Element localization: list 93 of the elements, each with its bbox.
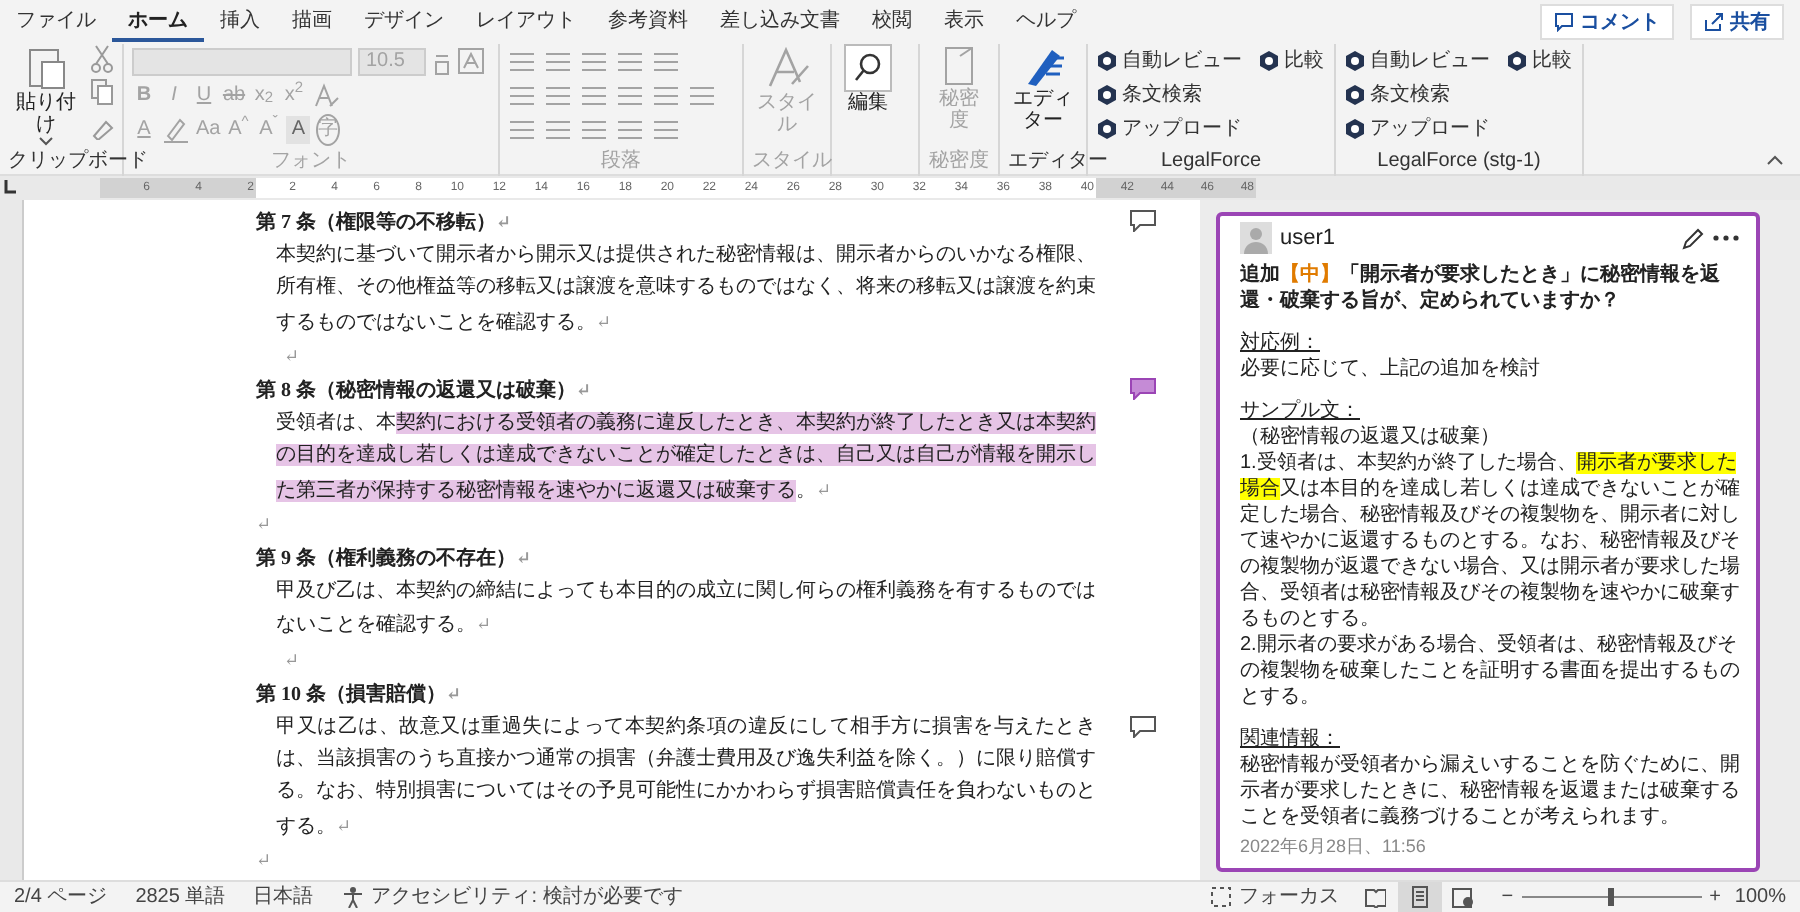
clause-search-button[interactable]: 条文検索 bbox=[1096, 78, 1324, 112]
editor-button[interactable]: エディター bbox=[1008, 44, 1078, 132]
zoom-in-button[interactable]: + bbox=[1709, 882, 1721, 912]
ribbon-tab[interactable]: 表示 bbox=[928, 2, 1000, 42]
collapse-icon[interactable] bbox=[1766, 154, 1784, 166]
ribbon-tab[interactable]: ヘルプ bbox=[1000, 2, 1092, 42]
hexagon-icon bbox=[1344, 50, 1366, 72]
avatar-icon bbox=[1240, 222, 1272, 254]
comment-date: 2022年6月28日、11:56 bbox=[1240, 834, 1428, 860]
more-icon[interactable] bbox=[1712, 234, 1740, 242]
upload-button[interactable]: アップロード bbox=[1344, 112, 1572, 146]
status-text: 2825 単語 bbox=[133, 883, 228, 912]
status-text: 日本語 bbox=[251, 883, 316, 912]
ribbon-tab[interactable]: 差し込み文書 bbox=[704, 2, 856, 42]
tab-stop-icon[interactable] bbox=[0, 178, 20, 198]
comment-icon bbox=[1554, 12, 1574, 32]
paragraph-mark: ↵ bbox=[256, 847, 272, 874]
focus-button[interactable]: フォーカス bbox=[1195, 882, 1354, 912]
ribbon-tab[interactable]: デザイン bbox=[348, 2, 460, 42]
status-text: 2/4 ページ bbox=[12, 884, 110, 912]
upload-button[interactable]: アップロード bbox=[1096, 112, 1324, 146]
accessibility-icon bbox=[341, 886, 364, 908]
share-icon bbox=[1704, 12, 1724, 32]
hexagon-icon bbox=[1096, 84, 1118, 106]
paste-button[interactable]: 貼り付け bbox=[8, 44, 84, 148]
group-label: クリップボード bbox=[8, 150, 148, 172]
group-label: フォント bbox=[271, 150, 351, 172]
article-heading: 第 9 条（権利義務の不存在）↵ bbox=[256, 545, 534, 575]
hexagon-icon bbox=[1344, 84, 1366, 106]
paragraph-mark: ↵ bbox=[282, 343, 300, 370]
share-button[interactable]: 共有 bbox=[1690, 4, 1784, 40]
copy-icon[interactable] bbox=[90, 76, 114, 108]
view-icon bbox=[1408, 886, 1431, 908]
section-heading: サンプル文： bbox=[1240, 398, 1362, 424]
compare-button[interactable]: 比較 bbox=[1258, 44, 1324, 78]
comment-marker-icon[interactable] bbox=[1130, 210, 1156, 232]
article-heading: 第 8 条（秘密情報の返還又は破棄）↵ bbox=[256, 376, 594, 407]
comment-button[interactable]: コメント bbox=[1540, 4, 1674, 40]
ribbon-tab[interactable]: 校閲 bbox=[856, 2, 928, 42]
focus-icon bbox=[1209, 886, 1232, 908]
group-label: LegalForce bbox=[1160, 150, 1262, 172]
ribbon-tab[interactable]: 挿入 bbox=[204, 2, 276, 42]
document-icon bbox=[941, 44, 977, 88]
comment-marker-icon[interactable] bbox=[1130, 378, 1156, 401]
comment-text: 1.受領者は、本契約が終了した場合、開示者が要求した場合又は本目的を達成し若しくは達成できないことが確定した場合、秘密情報及びその複製物を、開示者に対して速やかに返還するものとする。なお、秘密情報及びその複製物が返還できない場合、又は開示者が要求した場合、受領者は秘密情報及びその複製物を速やかに破棄するものとする。 bbox=[1240, 450, 1740, 632]
ribbon-tab[interactable]: レイアウト bbox=[460, 2, 592, 42]
pencil-icon[interactable] bbox=[1682, 227, 1704, 249]
hexagon-icon bbox=[1506, 50, 1528, 72]
view-icon bbox=[1364, 886, 1387, 908]
section-heading: 対応例： bbox=[1240, 330, 1322, 356]
comment-card[interactable] bbox=[1216, 212, 1760, 872]
scissors-icon[interactable] bbox=[90, 44, 114, 76]
comment-marker-icon[interactable] bbox=[1130, 716, 1156, 739]
group-label: LegalForce (stg-1) bbox=[1377, 150, 1541, 172]
ribbon-tab[interactable]: ファイル bbox=[0, 2, 112, 42]
zoom-level[interactable]: 100% bbox=[1720, 882, 1800, 912]
hexagon-icon bbox=[1096, 118, 1118, 140]
clause-search-button[interactable]: 条文検索 bbox=[1344, 78, 1572, 112]
comment-text: 秘密情報が受領者から漏えいすることを防ぐために、開示者が要求したときに、秘密情報を返還または破棄することを受領者に義務づけることが考えられます。 bbox=[1240, 752, 1740, 830]
view-icon bbox=[1452, 886, 1475, 908]
caret-icon bbox=[38, 136, 54, 148]
group-label: エディター bbox=[1008, 150, 1108, 172]
comment-text: 2.開示者の要求がある場合、受領者は、秘密情報及びその複製物を破棄したことを証明する書面を提出するものとする。 bbox=[1240, 632, 1740, 710]
article-text: 甲及び乙は、本契約の締結によっても本目的の成立に関し何らの権利義務を有するものではないことを確認する。↵ bbox=[274, 577, 1096, 641]
group-label: 段落 bbox=[601, 150, 641, 172]
ribbon-tab[interactable]: 描画 bbox=[276, 2, 348, 42]
section-heading: 関連情報： bbox=[1240, 726, 1342, 752]
comment-author: user1 bbox=[1280, 225, 1336, 251]
comment-text: （秘密情報の返還又は破棄） bbox=[1240, 424, 1502, 450]
article-heading: 第 10 条（損害賠償）↵ bbox=[256, 680, 464, 710]
article-text: 本契約に基づいて開示者から開示又は提供された秘密情報は、開示者からのいかなる権限、所有権、その他権益等の移転又は譲渡を意味するものではなく、将来の移転又は譲渡を約束するものではないことを確認する。↵ bbox=[274, 241, 1096, 338]
article-text: 甲又は乙は、故意又は重過失によって本契約条項の違反にして相手方に損害を与えたときは、当該損害のうち直接かつ通常の損害（弁護士費用及び逸失利益を除く。）に限り賠償する。なお、特別損害についてはその予見可能性にかかわらず損害賠償責任を負わないものとする。↵ bbox=[274, 713, 1096, 842]
editing-button[interactable]: 編集 bbox=[840, 44, 896, 114]
letter-brush-icon bbox=[763, 44, 811, 92]
hexagon-icon bbox=[1096, 50, 1118, 72]
paragraph-mark: ↵ bbox=[256, 511, 272, 538]
group-label: 秘密度 bbox=[929, 150, 989, 172]
auto-review-button[interactable]: 自動レビュー bbox=[1096, 44, 1242, 78]
ribbon-tab[interactable]: 参考資料 bbox=[592, 2, 704, 42]
hexagon-icon bbox=[1344, 118, 1366, 140]
accessibility-status[interactable]: アクセシビリティ: 検討が必要です bbox=[327, 882, 697, 912]
zoom-slider-thumb[interactable] bbox=[1608, 888, 1615, 906]
comment-text: 必要に応じて、上記の追加を検討 bbox=[1240, 356, 1542, 382]
print-layout-button[interactable] bbox=[1397, 882, 1442, 912]
compare-button[interactable]: 比較 bbox=[1506, 44, 1572, 78]
hexagon-icon bbox=[1258, 50, 1280, 72]
group-label: スタイル bbox=[752, 150, 832, 172]
comment-title: 追加【中】「開示者が要求したとき」に秘密情報を返還・破棄する旨が、定められていますか？ bbox=[1240, 262, 1722, 314]
article-heading: 第 7 条（権限等の不移転）↵ bbox=[256, 209, 514, 238]
auto-review-button[interactable]: 自動レビュー bbox=[1344, 44, 1490, 78]
paragraph-mark: ↵ bbox=[282, 647, 300, 674]
zoom-out-button[interactable]: − bbox=[1501, 882, 1514, 912]
article-text: 受領者は、本契約における受領者の義務に違反したとき、本契約が終了したとき又は本契約の目的を達成し若しくは達成できないことが確定したときは、自己又は自己が情報を開示した第三者が保持する秘密情報を速やかに返還又は破棄する。↵ bbox=[274, 409, 1096, 506]
